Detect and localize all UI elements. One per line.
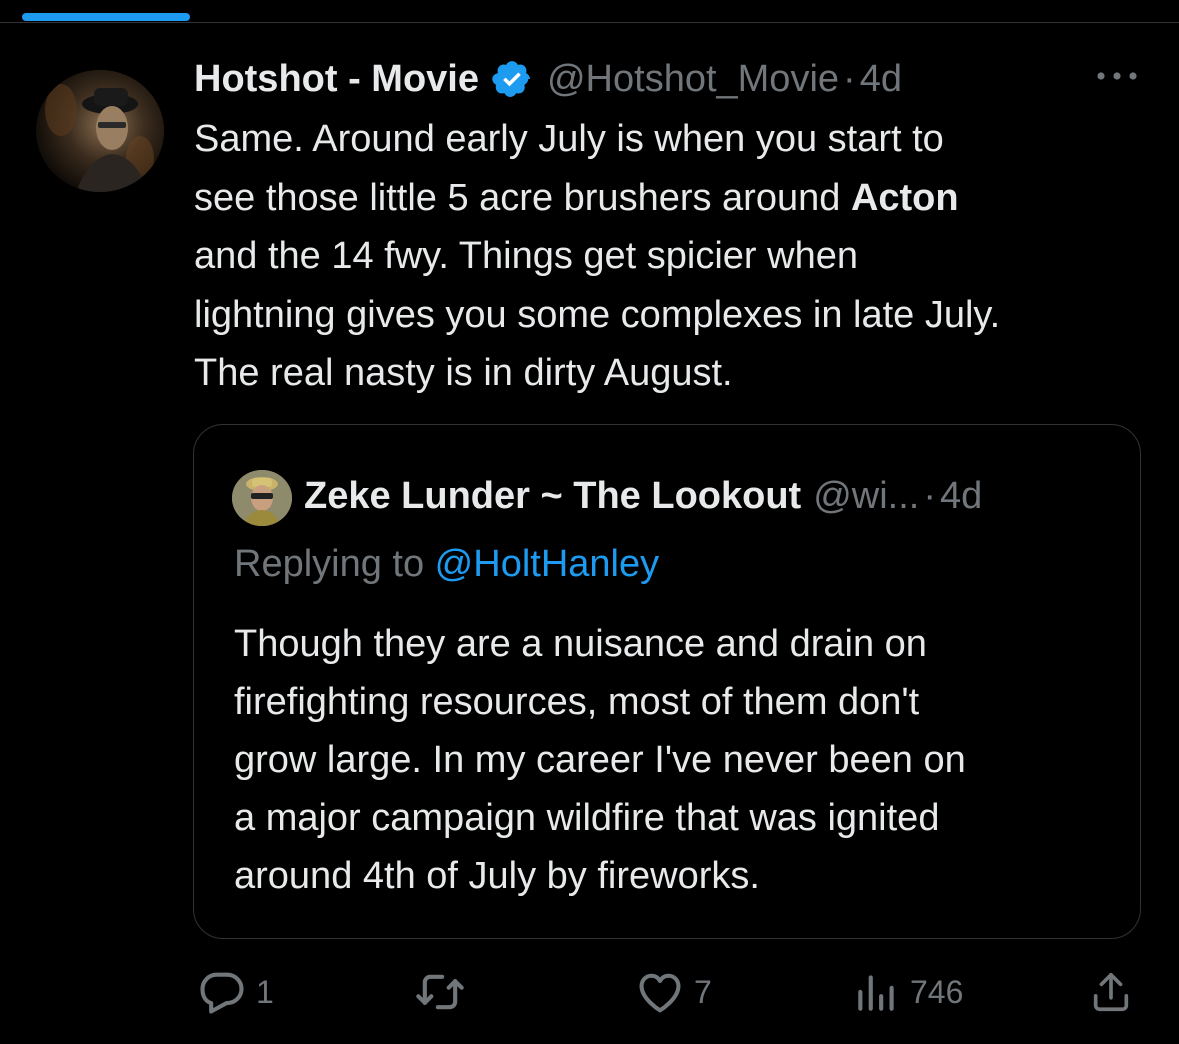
top-divider — [0, 22, 1179, 23]
quoted-author-handle[interactable]: @wi... — [813, 475, 919, 518]
tweet-text-line: see those little 5 acre brushers around … — [194, 176, 959, 219]
tweet-action-bar: 1 7 746 — [0, 962, 1179, 1022]
tweet-header: Hotshot - Movie @Hotshot_Movie · 4d — [194, 54, 902, 104]
quoted-author-display-name[interactable]: Zeke Lunder ~ The Lookout — [304, 475, 801, 518]
replying-to-mention-link[interactable]: @HoltHanley — [435, 543, 659, 585]
views-button[interactable]: 746 — [852, 962, 963, 1022]
top-progress-bar — [22, 13, 190, 21]
author-handle[interactable]: @Hotshot_Movie — [547, 58, 839, 101]
header-separator: · — [843, 57, 856, 100]
replying-to-prefix: Replying to — [234, 543, 435, 585]
quoted-text-line: firefighting resources, most of them don… — [234, 681, 920, 723]
quoted-header-separator: · — [923, 474, 937, 517]
heart-icon — [634, 966, 686, 1018]
tweet-text-line: lightning gives you some complexes in la… — [194, 293, 1001, 336]
reply-button[interactable]: 1 — [196, 962, 274, 1022]
quoted-text-line: around 4th of July by fireworks. — [234, 855, 760, 897]
tweet-timestamp[interactable]: 4d — [860, 58, 902, 101]
author-display-name[interactable]: Hotshot - Movie — [194, 58, 479, 101]
hashtag-bold-term: Acton — [850, 176, 959, 219]
tweet-text-line: The real nasty is in dirty August. — [194, 352, 733, 394]
retweet-icon — [412, 966, 468, 1018]
like-count: 7 — [694, 973, 712, 1010]
quoted-tweet-card[interactable]: Zeke Lunder ~ The Lookout @wi... · 4d Re… — [193, 424, 1141, 939]
reply-icon — [196, 966, 248, 1018]
views-count: 746 — [910, 973, 964, 1010]
like-button[interactable]: 7 — [634, 962, 712, 1022]
reply-count: 1 — [256, 973, 274, 1010]
quoted-text-line: a major campaign wildfire that was ignit… — [234, 797, 940, 839]
more-horizontal-icon[interactable] — [1094, 64, 1140, 88]
quoted-text-line: Though they are a nuisance and drain on — [234, 623, 927, 665]
tweet-text-line: Same. Around early July is when you star… — [194, 118, 944, 160]
share-icon — [1088, 966, 1134, 1018]
retweet-button[interactable] — [412, 962, 476, 1022]
quoted-author-avatar[interactable] — [232, 470, 292, 526]
quoted-tweet-header: Zeke Lunder ~ The Lookout @wi... · 4d — [304, 471, 982, 521]
tweet-text: Same. Around early July is when you star… — [194, 110, 1154, 403]
quoted-tweet-timestamp[interactable]: 4d — [940, 475, 982, 518]
tweet-text-line: and the 14 fwy. Things get spicier when — [194, 235, 858, 277]
author-avatar[interactable] — [36, 70, 164, 192]
replying-to-line: Replying to @HoltHanley — [234, 543, 659, 586]
quoted-tweet-text: Though they are a nuisance and drain on … — [234, 615, 1114, 905]
quoted-text-line: grow large. In my career I've never been… — [234, 739, 966, 781]
share-button[interactable] — [1088, 962, 1134, 1022]
verified-badge-icon[interactable] — [491, 58, 533, 100]
views-chart-icon — [852, 966, 902, 1018]
